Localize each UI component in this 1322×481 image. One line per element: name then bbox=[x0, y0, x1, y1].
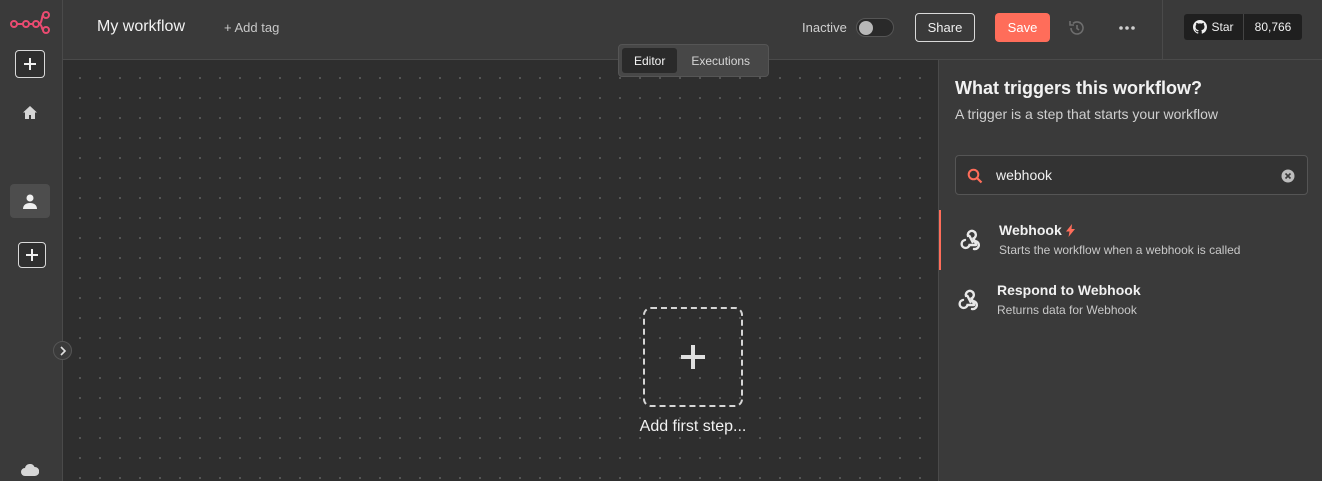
plus-icon bbox=[681, 345, 705, 369]
view-tabs: Editor Executions bbox=[618, 44, 769, 77]
node-name: Respond to Webhook bbox=[997, 282, 1141, 298]
tab-editor[interactable]: Editor bbox=[622, 48, 678, 73]
panel-subtitle: A trigger is a step that starts your wor… bbox=[955, 106, 1218, 122]
home-button[interactable] bbox=[18, 100, 42, 124]
plus-icon bbox=[26, 249, 38, 261]
node-item-webhook[interactable]: Webhook Starts the workflow when a webho… bbox=[939, 210, 1322, 270]
node-search-box bbox=[955, 155, 1308, 195]
header-divider bbox=[1162, 0, 1163, 60]
status-label: Inactive bbox=[802, 20, 847, 35]
node-name-text: Respond to Webhook bbox=[997, 282, 1141, 298]
tab-executions[interactable]: Executions bbox=[679, 48, 762, 73]
user-button[interactable] bbox=[10, 184, 50, 218]
node-item-respond-to-webhook[interactable]: Respond to Webhook Returns data for Webh… bbox=[939, 270, 1322, 330]
webhook-icon bbox=[960, 229, 980, 251]
user-icon bbox=[23, 194, 37, 209]
node-description: Starts the workflow when a webhook is ca… bbox=[999, 243, 1241, 257]
node-description: Returns data for Webhook bbox=[997, 303, 1137, 317]
left-sidebar bbox=[0, 0, 63, 481]
active-toggle[interactable] bbox=[856, 18, 894, 37]
collapse-sidebar-button[interactable] bbox=[53, 341, 72, 360]
search-input[interactable] bbox=[996, 164, 1276, 186]
more-options-icon[interactable] bbox=[1117, 18, 1137, 38]
cloud-icon bbox=[21, 464, 39, 476]
search-icon bbox=[967, 168, 983, 184]
chevron-right-icon bbox=[59, 345, 66, 356]
node-name: Webhook bbox=[999, 222, 1075, 238]
plus-icon bbox=[24, 58, 36, 70]
home-icon bbox=[23, 105, 37, 119]
add-first-step-label: Add first step... bbox=[639, 418, 747, 435]
share-button[interactable]: Share bbox=[915, 13, 975, 42]
trigger-panel: What triggers this workflow? A trigger i… bbox=[938, 60, 1322, 481]
github-star-left: Star bbox=[1184, 14, 1244, 40]
workflow-canvas[interactable] bbox=[64, 60, 938, 481]
github-icon bbox=[1193, 20, 1208, 34]
add-first-step-button[interactable] bbox=[643, 307, 743, 407]
toggle-knob bbox=[859, 21, 873, 35]
n8n-logo[interactable] bbox=[9, 10, 51, 34]
clear-icon[interactable] bbox=[1281, 169, 1295, 183]
github-star-button[interactable]: Star 80,766 bbox=[1184, 14, 1302, 40]
add-workflow-button[interactable] bbox=[15, 50, 45, 78]
workflow-name[interactable]: My workflow bbox=[97, 18, 185, 36]
panel-title: What triggers this workflow? bbox=[955, 78, 1203, 98]
node-name-text: Webhook bbox=[999, 222, 1062, 238]
save-button[interactable]: Save bbox=[995, 13, 1050, 42]
github-star-count: 80,766 bbox=[1244, 14, 1302, 40]
webhook-icon bbox=[958, 289, 978, 311]
cloud-button[interactable] bbox=[19, 462, 41, 478]
add-project-button[interactable] bbox=[18, 242, 46, 268]
bolt-icon bbox=[1065, 223, 1075, 237]
history-icon[interactable] bbox=[1067, 18, 1087, 38]
github-star-label: Star bbox=[1211, 20, 1234, 34]
add-tag-button[interactable]: + Add tag bbox=[224, 20, 279, 35]
